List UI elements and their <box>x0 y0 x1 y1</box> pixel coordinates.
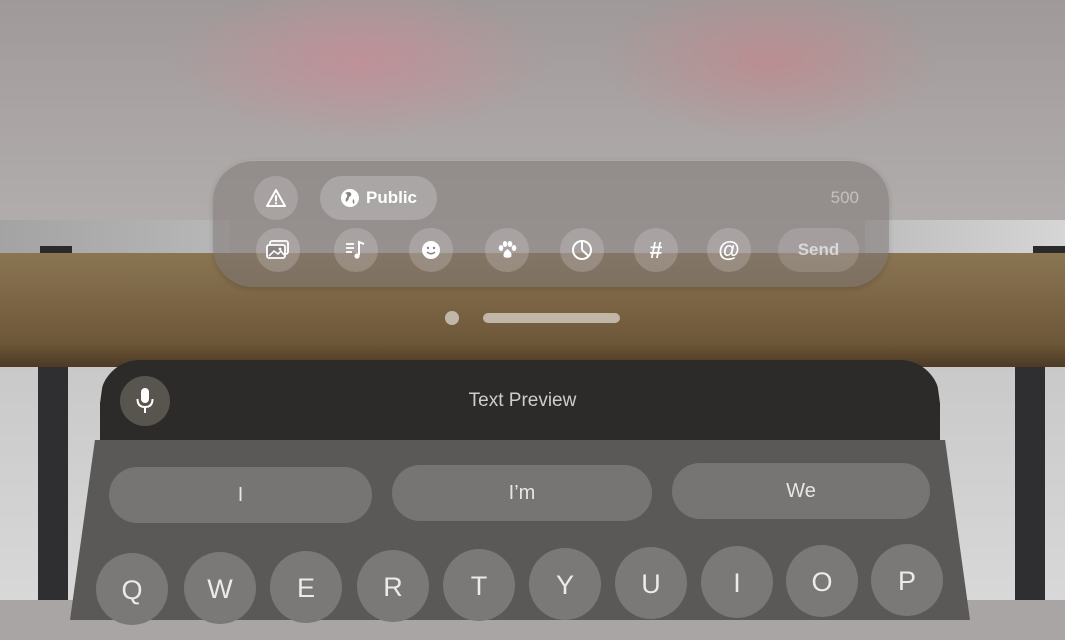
desk-leg <box>38 367 68 600</box>
audio-icon <box>346 240 365 259</box>
mention-button[interactable]: @ <box>707 228 751 272</box>
suggestion-1[interactable]: I <box>109 467 372 523</box>
key-i[interactable]: I <box>701 546 773 618</box>
visibility-button[interactable]: Public <box>320 176 437 220</box>
content-warning-button[interactable] <box>254 176 298 220</box>
desk-leg <box>1015 367 1045 600</box>
key-q[interactable]: Q <box>96 553 168 625</box>
pet-button[interactable] <box>485 228 529 272</box>
window-grabber[interactable] <box>483 313 620 323</box>
emoji-button[interactable] <box>409 228 453 272</box>
poll-button[interactable] <box>560 228 604 272</box>
dictation-button[interactable] <box>120 376 170 426</box>
visibility-label: Public <box>365 188 417 207</box>
key-w[interactable]: W <box>184 552 256 624</box>
key-u[interactable]: U <box>615 547 687 619</box>
hashtag-button[interactable]: # <box>634 228 678 272</box>
suggestion-3[interactable]: We <box>672 463 930 519</box>
key-r[interactable]: R <box>357 550 429 622</box>
key-e[interactable]: E <box>270 551 342 623</box>
page-dot[interactable] <box>445 311 459 325</box>
key-y[interactable]: Y <box>529 548 601 620</box>
globe-icon <box>340 189 359 207</box>
microphone-icon <box>136 388 154 413</box>
send-button[interactable]: Send <box>778 228 859 272</box>
pet-icon <box>498 241 517 258</box>
compose-toolbar: Public 500 # @ Send <box>213 160 889 287</box>
media-button[interactable] <box>256 228 300 272</box>
suggestion-2[interactable]: I’m <box>392 465 652 521</box>
key-t[interactable]: T <box>443 549 515 621</box>
audio-button[interactable] <box>334 228 378 272</box>
key-p[interactable]: P <box>871 544 943 616</box>
key-o[interactable]: O <box>786 545 858 617</box>
mention-icon: @ <box>718 237 740 262</box>
media-icon <box>266 240 289 259</box>
character-counter: 500 <box>830 188 859 207</box>
emoji-icon <box>422 241 440 259</box>
content-warning-icon <box>266 189 286 207</box>
hashtag-icon: # <box>649 236 663 263</box>
text-preview: Text Preview <box>468 390 577 411</box>
poll-icon <box>572 240 592 260</box>
